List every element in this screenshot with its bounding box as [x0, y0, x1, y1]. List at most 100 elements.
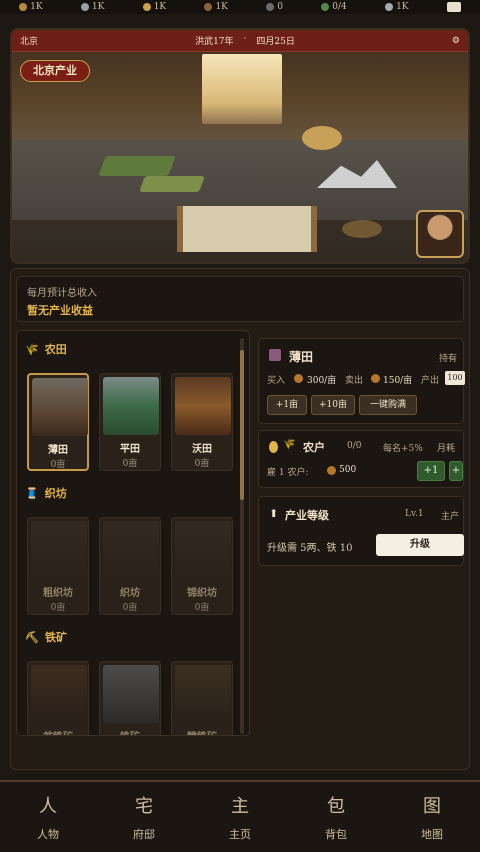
- farm-icon: 🌾: [283, 439, 296, 450]
- property-card[interactable]: 贫铁矿: [27, 661, 89, 735]
- farm-icon: 🌾: [25, 342, 39, 356]
- scene-field: [139, 176, 205, 192]
- scene-header: 北京 洪武17年 · 四月25日 ⚙: [12, 30, 468, 52]
- property-card[interactable]: 沃田 0亩: [171, 373, 233, 471]
- scrollbar-thumb[interactable]: [240, 350, 244, 500]
- hire-label: 雇 1 农户:: [267, 468, 309, 478]
- map-icon: 图: [423, 796, 441, 817]
- arrow-up-icon: ⬆: [269, 507, 279, 520]
- settings-icon[interactable]: ⚙: [452, 36, 460, 46]
- farmer-box: 🌾 农户 0/0 每名+5% 月耗 雇 1 农户: 500 +1 +: [258, 430, 464, 488]
- nav-character[interactable]: 人 人物: [0, 782, 96, 852]
- resource-bar: 1K 1K 1K 1K 0 0/4 1K: [0, 0, 480, 14]
- wood-icon: [204, 3, 213, 11]
- scene-field: [98, 156, 176, 176]
- farmer-monthly: 月耗: [437, 444, 456, 454]
- pickaxe-icon: ⛏: [25, 630, 39, 644]
- coin-icon: [371, 374, 380, 383]
- coin-icon: [269, 441, 278, 453]
- sword-icon: [385, 3, 394, 11]
- upgrade-requirement: 升级需 5两、铁 10: [267, 543, 353, 554]
- iron-icon: [266, 3, 275, 11]
- home-icon: 主: [231, 796, 249, 817]
- hire-more-button[interactable]: +: [449, 461, 463, 481]
- property-card[interactable]: 锦织坊 0亩: [171, 517, 233, 615]
- loom-icon: 🧵: [25, 486, 39, 500]
- property-card[interactable]: 铁矿: [99, 661, 161, 735]
- yield-value: 100: [445, 371, 465, 385]
- silver-icon: [80, 3, 89, 11]
- property-card[interactable]: 平田 0亩: [99, 373, 161, 471]
- menu-icon[interactable]: [446, 2, 461, 12]
- sell-label: 卖出: [345, 376, 364, 386]
- property-detail-icon: [269, 349, 281, 361]
- property-card[interactable]: 精铁矿: [171, 661, 233, 735]
- scene-illustration: 北京 洪武17年 · 四月25日 ⚙ 北京产业: [10, 28, 470, 264]
- location-label: 北京: [20, 37, 39, 47]
- coin-icon: [327, 466, 336, 475]
- industry-tag-button[interactable]: 北京产业: [20, 60, 90, 82]
- farmer-bonus: 每名+5%: [383, 444, 423, 454]
- farmer-title: 农户: [303, 441, 325, 454]
- nav-map[interactable]: 图 地图: [384, 782, 480, 852]
- resource-grain: 1K: [142, 2, 166, 12]
- resource-wood: 1K: [204, 2, 228, 12]
- property-image: [103, 665, 159, 723]
- resource-iron: 0: [266, 2, 283, 12]
- grain-icon: [142, 3, 151, 11]
- property-image: [175, 665, 231, 723]
- property-image: [103, 377, 159, 435]
- yield-label: 产出: [421, 376, 440, 386]
- property-list: 🌾 农田 薄田 0亩 平田 0亩 沃田 0亩 🧵 织坊 粗织坊 0亩 织坊 0亩…: [16, 330, 250, 736]
- upgrade-level: Lv.1: [405, 509, 424, 519]
- list-scrollbar[interactable]: [240, 338, 244, 734]
- resource-coin: 1K: [19, 2, 43, 12]
- scene-window: [202, 54, 282, 124]
- property-image: [175, 521, 231, 579]
- upgrade-button[interactable]: 升级: [376, 534, 464, 556]
- ownership-status: 持有: [438, 354, 457, 364]
- advisor-avatar[interactable]: [416, 210, 464, 258]
- property-image: [103, 521, 159, 579]
- scene-map-scroll: [177, 206, 317, 252]
- scene-gold: [302, 126, 342, 150]
- date-display: 洪武17年 · 四月25日: [195, 34, 295, 47]
- nav-home[interactable]: 主 主页: [192, 782, 288, 852]
- upgrade-title: 产业等级: [285, 509, 329, 522]
- category-header-loom: 🧵 织坊: [25, 486, 67, 501]
- character-icon: 人: [39, 796, 57, 817]
- buy-label: 买入: [267, 376, 286, 386]
- income-value: 暂无产业收益: [27, 304, 93, 317]
- resource-people: 0/4: [321, 2, 347, 12]
- hire-cost: 500: [339, 465, 357, 475]
- nav-mansion[interactable]: 宅 府邸: [96, 782, 192, 852]
- property-image: [32, 378, 88, 436]
- sell-price: 150/亩: [383, 376, 413, 386]
- buy-max-button[interactable]: 一键购满: [359, 395, 417, 415]
- hire-1-button[interactable]: +1: [417, 461, 445, 481]
- farmer-count: 0/0: [347, 441, 362, 451]
- coin-icon: [294, 374, 303, 383]
- buy-1-button[interactable]: +1亩: [267, 395, 307, 415]
- mansion-icon: 宅: [135, 796, 153, 817]
- property-detail-title: 薄田: [289, 350, 314, 364]
- property-image: [175, 377, 231, 435]
- property-image: [31, 665, 87, 723]
- upgrade-main: 主产: [441, 512, 460, 522]
- income-label: 每月预计总收入: [27, 288, 97, 299]
- property-detail: 薄田 持有 买入 300/亩 卖出 150/亩 产出 100 +1亩 +10亩 …: [258, 338, 465, 424]
- resource-silver: 1K: [80, 2, 104, 12]
- property-card[interactable]: 织坊 0亩: [99, 517, 161, 615]
- buy-10-button[interactable]: +10亩: [311, 395, 355, 415]
- bottom-nav: 人 人物 宅 府邸 主 主页 包 背包 图 地图: [0, 780, 480, 852]
- property-card[interactable]: 粗织坊 0亩: [27, 517, 89, 615]
- bag-icon: 包: [327, 796, 345, 817]
- category-header-iron: ⛏ 铁矿: [25, 630, 67, 645]
- people-icon: [321, 3, 330, 11]
- nav-bag[interactable]: 包 背包: [288, 782, 384, 852]
- buy-price: 300/亩: [307, 376, 337, 386]
- property-image: [31, 521, 87, 579]
- income-box: 每月预计总收入 暂无产业收益: [16, 276, 464, 322]
- property-card[interactable]: 薄田 0亩: [27, 373, 89, 471]
- resource-sword: 1K: [385, 2, 409, 12]
